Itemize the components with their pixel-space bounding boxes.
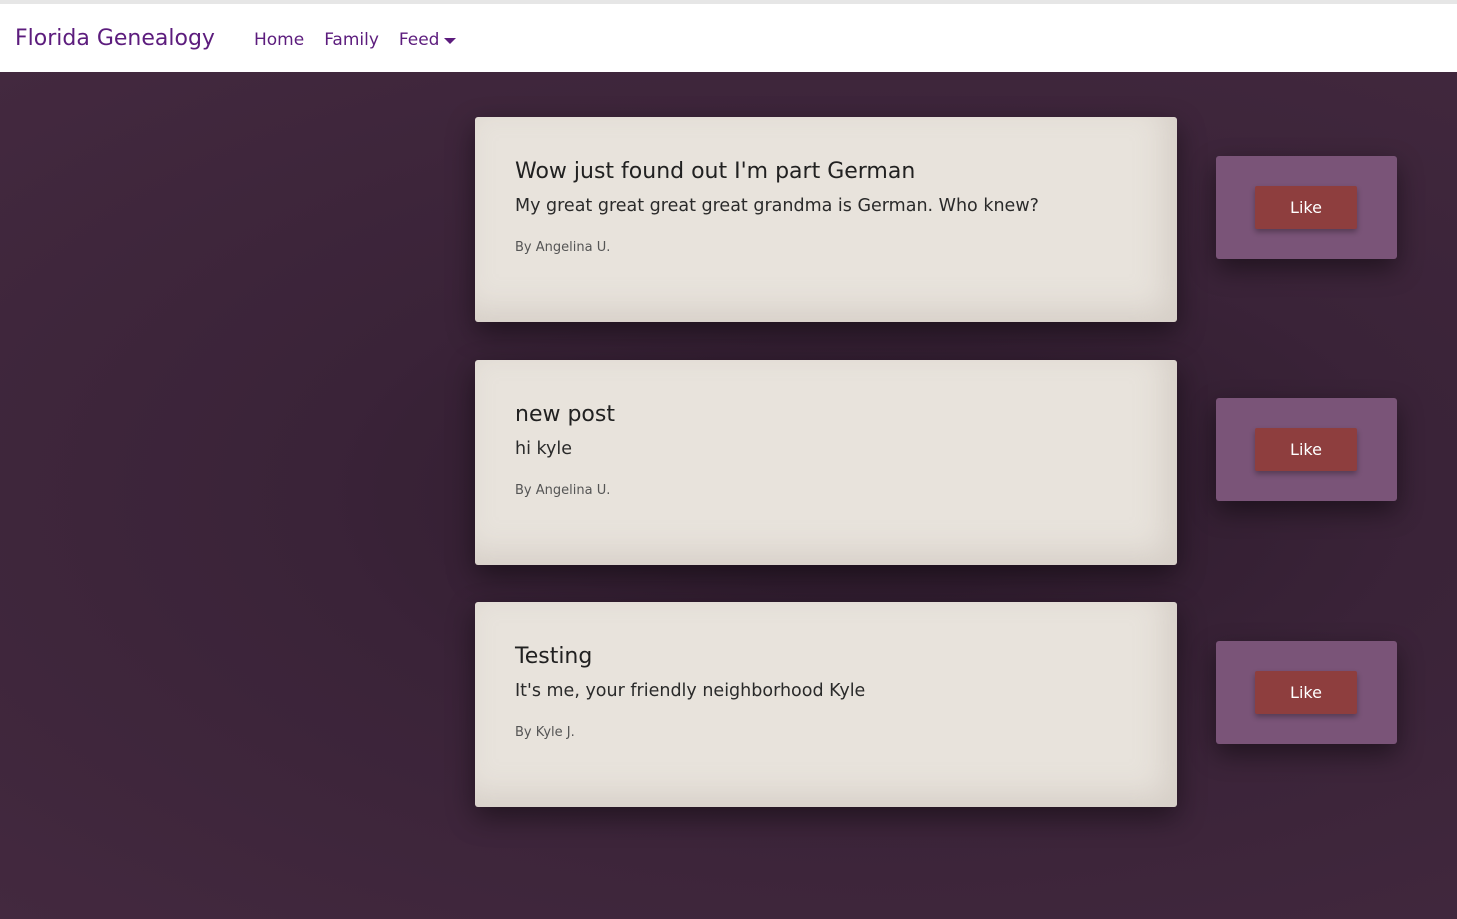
post-author: By Kyle J. (515, 725, 575, 740)
like-button[interactable]: Like (1255, 186, 1357, 229)
post-author: By Angelina U. (515, 240, 611, 255)
nav-home-link[interactable]: Home (254, 28, 304, 52)
post-author: By Angelina U. (515, 483, 611, 498)
post-title: Testing (515, 644, 593, 669)
post-title: Wow just found out I'm part German (515, 159, 916, 184)
like-button[interactable]: Like (1255, 428, 1357, 471)
post-card: new post hi kyle By Angelina U. (475, 360, 1177, 565)
post-card: Wow just found out I'm part German My gr… (475, 117, 1177, 322)
post-body: hi kyle (515, 439, 573, 459)
like-panel: Like (1216, 641, 1397, 744)
post-title: new post (515, 402, 615, 427)
like-panel: Like (1216, 398, 1397, 501)
nav-links: Home Family Feed (254, 28, 457, 52)
brand-link[interactable]: Florida Genealogy (15, 24, 215, 54)
like-button[interactable]: Like (1255, 671, 1357, 714)
caret-down-icon (444, 37, 457, 44)
post-card: Testing It's me, your friendly neighborh… (475, 602, 1177, 807)
post-body: It's me, your friendly neighborhood Kyle (515, 681, 866, 701)
nav-feed-label: Feed (398, 30, 440, 50)
nav-family-link[interactable]: Family (324, 28, 379, 52)
post-body: My great great great great grandma is Ge… (515, 196, 1039, 216)
like-panel: Like (1216, 156, 1397, 259)
navbar: Florida Genealogy Home Family Feed (0, 4, 1457, 72)
nav-feed-dropdown[interactable]: Feed (399, 28, 457, 52)
